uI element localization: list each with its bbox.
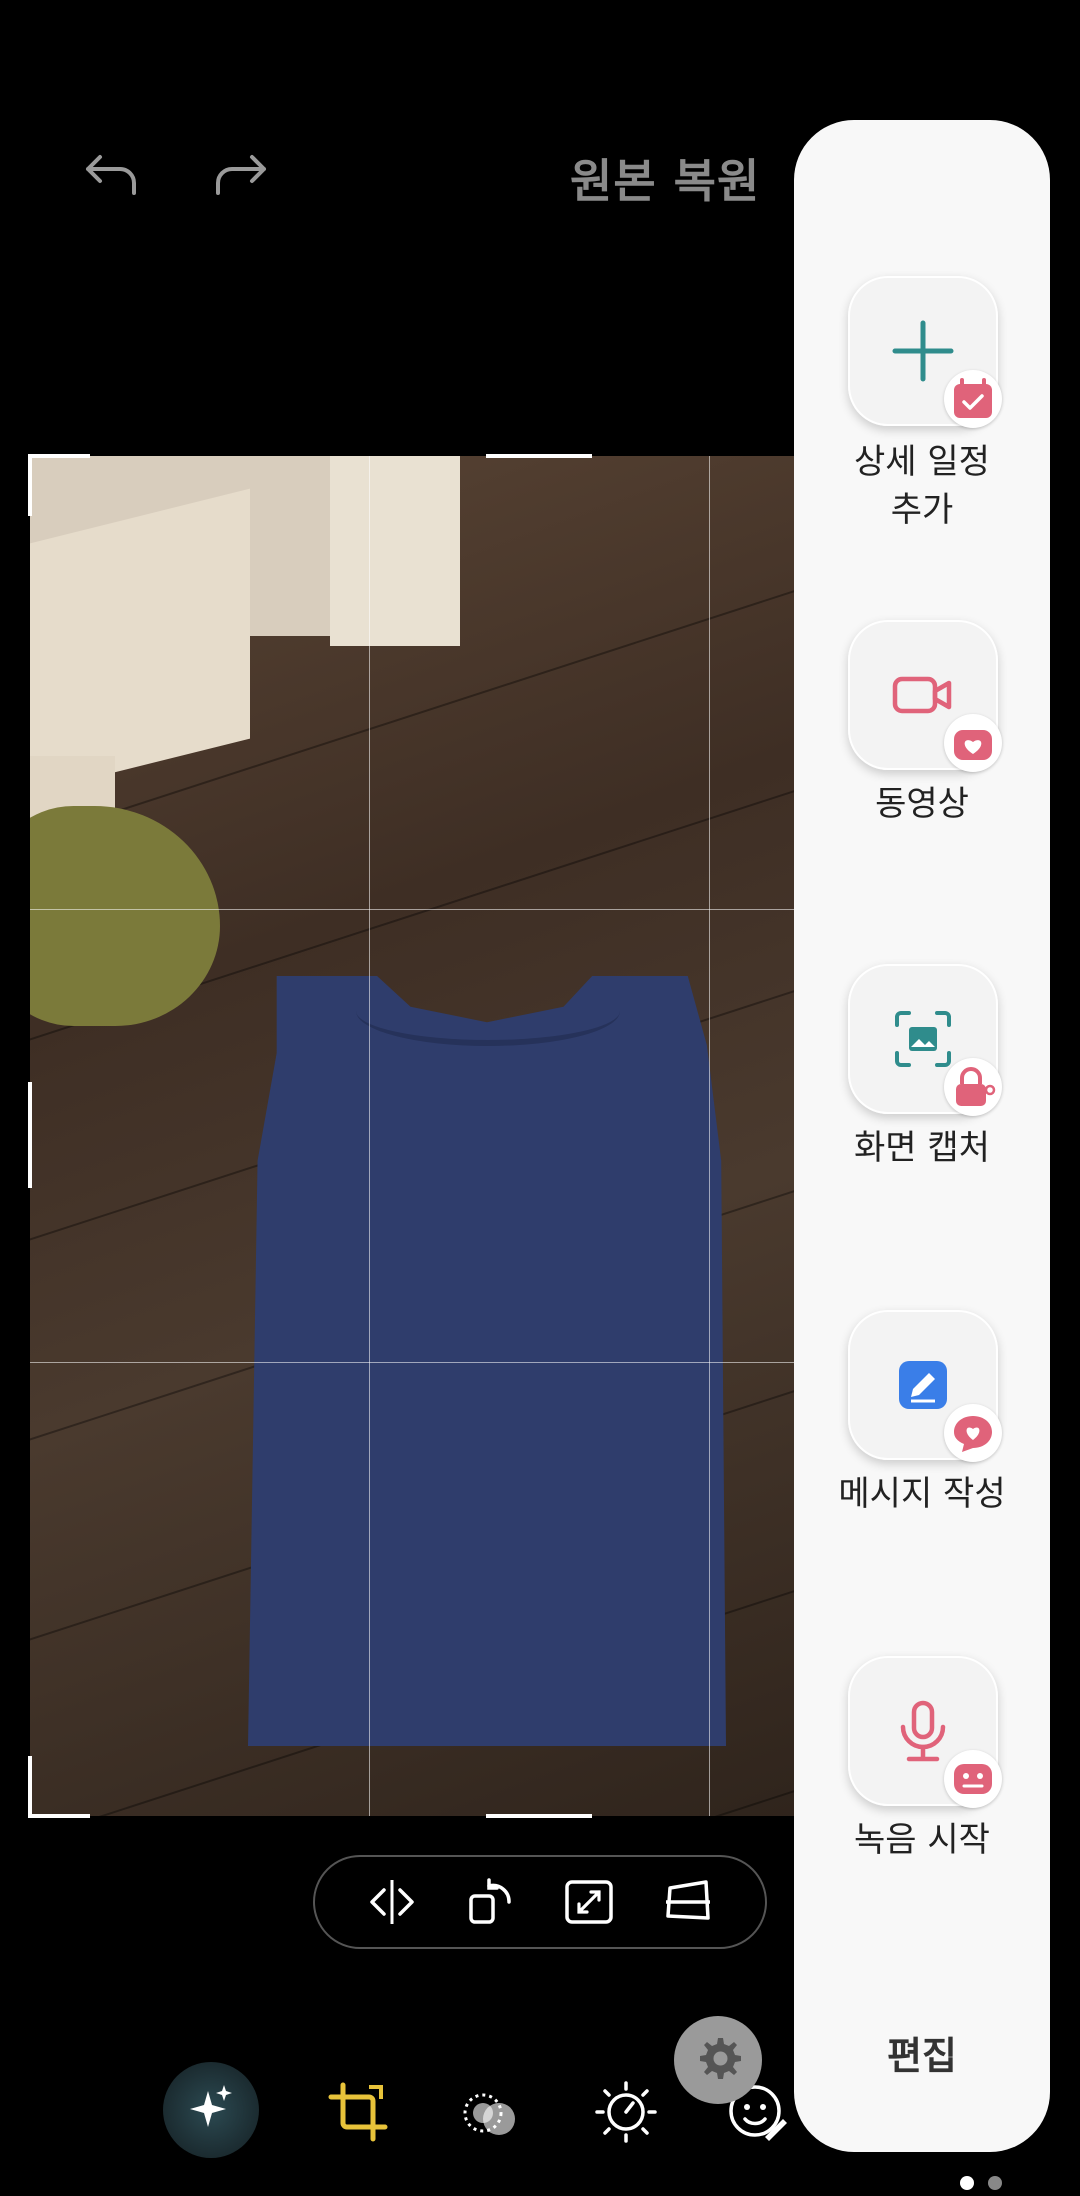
- cabinet-shelf: [30, 488, 250, 794]
- shortcut-compose-message[interactable]: [848, 1310, 1002, 1462]
- page-dot: [988, 2176, 1002, 2190]
- gear-icon: [700, 2038, 741, 2079]
- edge-panel-settings-button[interactable]: [674, 2016, 762, 2104]
- shortcut-label: 녹음 시작: [854, 1820, 990, 1860]
- video-camera-icon: [892, 676, 952, 714]
- crop-handle-bottom-left[interactable]: [28, 1756, 90, 1818]
- shortcut-screen-capture[interactable]: [848, 964, 1002, 1116]
- crop-icon: [328, 2082, 388, 2142]
- undo-icon[interactable]: [82, 145, 142, 205]
- shortcut-label: 화면 캡처: [854, 1128, 990, 1168]
- shortcut-label: 추가: [890, 490, 954, 530]
- shortcut-label: 메시지 작성: [838, 1474, 1006, 1514]
- page-indicator: [960, 2176, 1002, 2190]
- recorder-face-icon: [944, 1750, 1002, 1808]
- crop-handle-left[interactable]: [28, 1082, 32, 1188]
- microphone-icon: [900, 1700, 946, 1762]
- edge-panel-edit-button[interactable]: 편집: [794, 2025, 1050, 2080]
- shortcut-video[interactable]: [848, 620, 1002, 772]
- lock-key-icon: [944, 1058, 1002, 1116]
- perspective-icon[interactable]: [658, 1872, 718, 1932]
- crop-handle-top-left[interactable]: [28, 454, 90, 516]
- filter-tab[interactable]: [450, 2072, 530, 2152]
- crop-tab[interactable]: [318, 2072, 398, 2152]
- revert-button[interactable]: 원본 복원: [570, 145, 760, 211]
- brightness-icon: [595, 2081, 657, 2143]
- chat-heart-icon: [944, 1404, 1002, 1462]
- towel: [30, 806, 220, 1026]
- auto-enhance-icon: [190, 2085, 232, 2127]
- compose-message-icon: [899, 1361, 947, 1409]
- screen-capture-icon: [895, 1011, 951, 1067]
- shortcut-label: 동영상: [875, 784, 969, 824]
- rotate-icon[interactable]: [461, 1872, 521, 1932]
- crop-tools-bar: [313, 1855, 767, 1949]
- crop-handle-top[interactable]: [486, 454, 592, 458]
- photo-canvas[interactable]: [30, 456, 810, 1816]
- aspect-ratio-icon[interactable]: [559, 1872, 619, 1932]
- camera-heart-icon: [944, 714, 1002, 772]
- filter-icon: [463, 2093, 515, 2135]
- flip-icon[interactable]: [362, 1872, 422, 1932]
- shortcut-add-schedule[interactable]: [848, 276, 1002, 428]
- shortcut-start-recording[interactable]: [848, 1656, 1002, 1808]
- redo-icon[interactable]: [210, 145, 270, 205]
- shortcut-label: 상세 일정: [854, 442, 990, 482]
- shirt: [248, 976, 726, 1746]
- edge-panel: 상세 일정 추가 동영상 화면 캡처 메시지 작성 녹음 시작 편집: [794, 120, 1050, 2152]
- plus-icon: [892, 320, 954, 382]
- brightness-tab[interactable]: [586, 2072, 666, 2152]
- page-dot-active: [960, 2176, 974, 2190]
- calendar-icon: [944, 370, 1002, 428]
- cabinet-leg: [330, 456, 460, 646]
- auto-enhance-tab[interactable]: [163, 2062, 259, 2158]
- crop-handle-bottom[interactable]: [486, 1814, 592, 1818]
